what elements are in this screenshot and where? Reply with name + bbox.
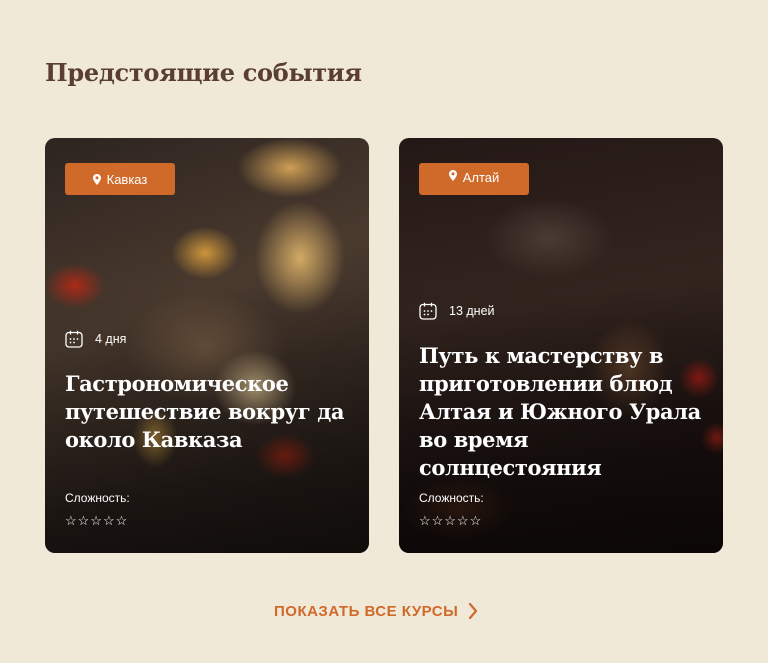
event-title[interactable]: Гастрономическое путешествие вокруг да о…	[65, 370, 349, 454]
show-all-courses-link[interactable]: ПОКАЗАТЬ ВСЕ КУРСЫ	[274, 602, 478, 620]
duration-label: 4 дня	[95, 332, 127, 346]
difficulty-rating: ☆☆☆☆☆	[419, 513, 483, 528]
duration-meta: 4 дня	[65, 330, 349, 348]
location-tag[interactable]: Алтай	[419, 163, 529, 195]
event-title[interactable]: Путь к мастерству в приготовлении блюд А…	[419, 342, 703, 482]
event-card[interactable]: Алтай 13 дней Путь к мастерству в пригот…	[399, 138, 723, 553]
duration-label: 13 дней	[449, 304, 495, 318]
location-tag[interactable]: Кавказ	[65, 163, 175, 195]
event-card[interactable]: Кавказ 4 дня Гастрономическое путешестви…	[45, 138, 369, 553]
calendar-icon	[65, 330, 83, 348]
difficulty-label: Сложность:	[419, 491, 484, 505]
duration-meta: 13 дней	[419, 302, 703, 320]
calendar-icon	[419, 302, 437, 320]
show-all-label: ПОКАЗАТЬ ВСЕ КУРСЫ	[274, 602, 459, 620]
location-label: Кавказ	[106, 171, 148, 187]
difficulty: Сложность: ☆☆☆☆☆	[65, 491, 130, 529]
map-pin-icon	[448, 170, 457, 181]
section-title: Предстоящие события	[45, 58, 362, 87]
difficulty-rating: ☆☆☆☆☆	[65, 513, 129, 528]
chevron-right-icon	[469, 602, 478, 620]
map-pin-icon	[92, 173, 101, 185]
location-label: Алтай	[462, 170, 500, 185]
difficulty-label: Сложность:	[65, 491, 130, 505]
difficulty: Сложность: ☆☆☆☆☆	[419, 491, 484, 529]
